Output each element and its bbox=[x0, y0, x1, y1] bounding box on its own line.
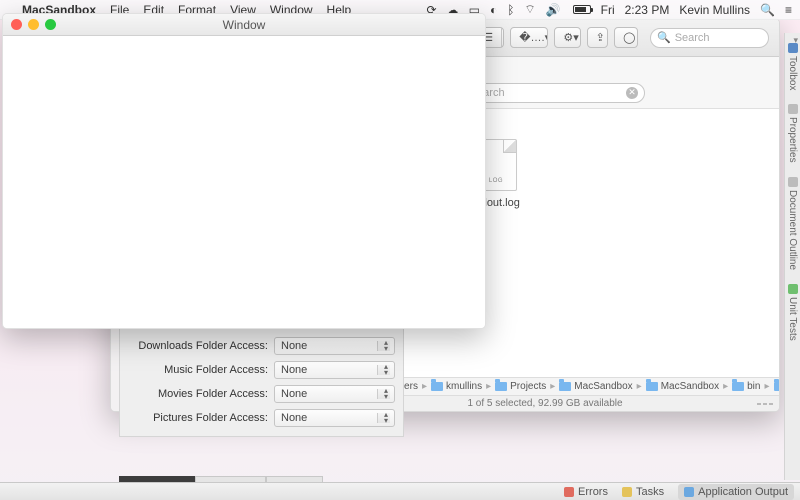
collapse-icon[interactable]: ▾ bbox=[793, 35, 798, 46]
rail-tab-unit-tests[interactable]: Unit Tests bbox=[786, 278, 799, 347]
folder-icon bbox=[495, 382, 507, 391]
folder-icon bbox=[646, 382, 658, 391]
folder-icon bbox=[774, 382, 780, 391]
output-icon bbox=[684, 487, 694, 497]
spotlight-icon[interactable]: 🔍 bbox=[760, 3, 775, 17]
window-content bbox=[3, 36, 485, 328]
access-label: Downloads Folder Access: bbox=[128, 340, 268, 352]
access-dropdown[interactable]: None▴▾ bbox=[274, 361, 395, 379]
clear-icon[interactable]: ✕ bbox=[626, 87, 638, 99]
arrange-dropdown[interactable]: �….▾ bbox=[510, 27, 548, 48]
window-titlebar[interactable]: Window bbox=[3, 14, 485, 36]
access-label: Music Folder Access: bbox=[128, 364, 268, 376]
folder-icon bbox=[559, 382, 571, 391]
rail-tab-properties[interactable]: Properties bbox=[786, 98, 799, 169]
ide-status-bar: Errors Tasks Application Output bbox=[0, 482, 800, 500]
access-dropdown[interactable]: None▴▾ bbox=[274, 409, 395, 427]
wifi-icon[interactable]: ⌔ bbox=[524, 2, 535, 17]
folder-icon bbox=[431, 382, 443, 391]
access-row-downloads: Downloads Folder Access: None▴▾ bbox=[120, 334, 403, 358]
battery-icon[interactable] bbox=[571, 5, 591, 14]
status-app-output[interactable]: Application Output bbox=[678, 484, 794, 500]
user-menu[interactable]: Kevin Mullins bbox=[679, 3, 750, 17]
access-dropdown[interactable]: None▴▾ bbox=[274, 385, 395, 403]
clock-day[interactable]: Fri bbox=[601, 3, 615, 17]
tasks-icon bbox=[622, 487, 632, 497]
sandbox-settings-panel: Downloads Folder Access: None▴▾ Music Fo… bbox=[119, 327, 404, 437]
toggle-icon[interactable]: ◐ bbox=[490, 3, 497, 17]
search-placeholder: Search bbox=[675, 32, 710, 44]
error-icon bbox=[564, 487, 574, 497]
right-sidebar-rail: ▾ Toolbox Properties Document Outline Un… bbox=[784, 33, 800, 480]
notification-center-icon[interactable]: ≡ bbox=[785, 3, 792, 17]
app-window: Window bbox=[2, 13, 486, 329]
search-icon: 🔍 bbox=[657, 31, 671, 44]
access-row-movies: Movies Folder Access: None▴▾ bbox=[120, 382, 403, 406]
access-row-music: Music Folder Access: None▴▾ bbox=[120, 358, 403, 382]
resize-grip-icon[interactable] bbox=[757, 403, 773, 405]
clock-time[interactable]: 2:23 PM bbox=[625, 3, 670, 17]
toolbar-search[interactable]: 🔍 Search bbox=[650, 28, 769, 48]
tags-button[interactable]: ◯ bbox=[614, 27, 638, 48]
access-label: Movies Folder Access: bbox=[128, 388, 268, 400]
volume-icon[interactable]: 🔊 bbox=[546, 3, 561, 17]
rail-tab-document-outline[interactable]: Document Outline bbox=[786, 171, 799, 276]
folder-icon bbox=[732, 382, 744, 391]
window-title: Window bbox=[3, 18, 485, 32]
status-errors[interactable]: Errors bbox=[564, 486, 608, 498]
status-tasks[interactable]: Tasks bbox=[622, 486, 664, 498]
bluetooth-icon[interactable]: ᛒ bbox=[507, 3, 514, 17]
action-dropdown[interactable]: ⚙▾ bbox=[554, 27, 580, 48]
share-button[interactable]: ⇪ bbox=[587, 27, 608, 48]
access-row-pictures: Pictures Folder Access: None▴▾ bbox=[120, 406, 403, 430]
access-dropdown[interactable]: None▴▾ bbox=[274, 337, 395, 355]
access-label: Pictures Folder Access: bbox=[128, 412, 268, 424]
